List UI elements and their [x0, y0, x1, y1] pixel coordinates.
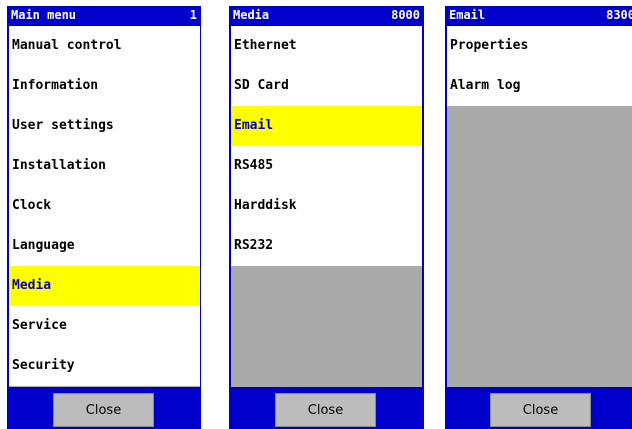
panel-title: Media — [233, 8, 270, 22]
menu-item-harddisk[interactable]: Harddisk — [231, 186, 422, 226]
menu-item-language[interactable]: Language — [9, 226, 200, 266]
menu-item-manual-control[interactable]: Manual control — [9, 26, 200, 66]
panel-number: 8000 — [391, 8, 420, 22]
menu-list: Manual control Information User settings… — [9, 26, 200, 387]
close-button[interactable]: Close — [53, 393, 154, 427]
menu-item-installation[interactable]: Installation — [9, 146, 200, 186]
menu-item-service[interactable]: Service — [9, 306, 200, 346]
email-panel: Email 8300 Properties Alarm log Close — [445, 6, 632, 429]
main-menu-panel: Main menu 1 Manual control Information U… — [7, 6, 201, 429]
bottom-bar: Close — [7, 389, 201, 429]
menu-item-alarm-log[interactable]: Alarm log — [447, 66, 632, 106]
menu-item-sd-card[interactable]: SD Card — [231, 66, 422, 106]
close-button[interactable]: Close — [490, 393, 591, 427]
menu-item-rs232[interactable]: RS232 — [231, 226, 422, 266]
panel-number: 1 — [189, 8, 197, 22]
panel-number: 8300 — [606, 8, 632, 22]
title-bar: Media 8000 — [229, 6, 424, 25]
menu-item-media[interactable]: Media — [9, 266, 200, 306]
menu-list: Ethernet SD Card Email RS485 Harddisk RS… — [231, 26, 422, 387]
menu-item-clock[interactable]: Clock — [9, 186, 200, 226]
bottom-bar: Close — [229, 389, 424, 429]
menu-item-properties[interactable]: Properties — [447, 26, 632, 66]
menu-item-user-settings[interactable]: User settings — [9, 106, 200, 146]
panel-title: Main menu — [11, 8, 77, 22]
menu-item-ethernet[interactable]: Ethernet — [231, 26, 422, 66]
menu-item-security[interactable]: Security — [9, 346, 200, 386]
menu-item-email[interactable]: Email — [231, 106, 422, 146]
media-panel: Media 8000 Ethernet SD Card Email RS485 … — [229, 6, 424, 429]
menu-item-information[interactable]: Information — [9, 66, 200, 106]
close-button[interactable]: Close — [275, 393, 376, 427]
panel-title: Email — [449, 8, 486, 22]
bottom-bar: Close — [445, 389, 632, 429]
menu-list: Properties Alarm log — [447, 26, 632, 387]
menu-item-rs485[interactable]: RS485 — [231, 146, 422, 186]
title-bar: Main menu 1 — [7, 6, 201, 25]
title-bar: Email 8300 — [445, 6, 632, 25]
